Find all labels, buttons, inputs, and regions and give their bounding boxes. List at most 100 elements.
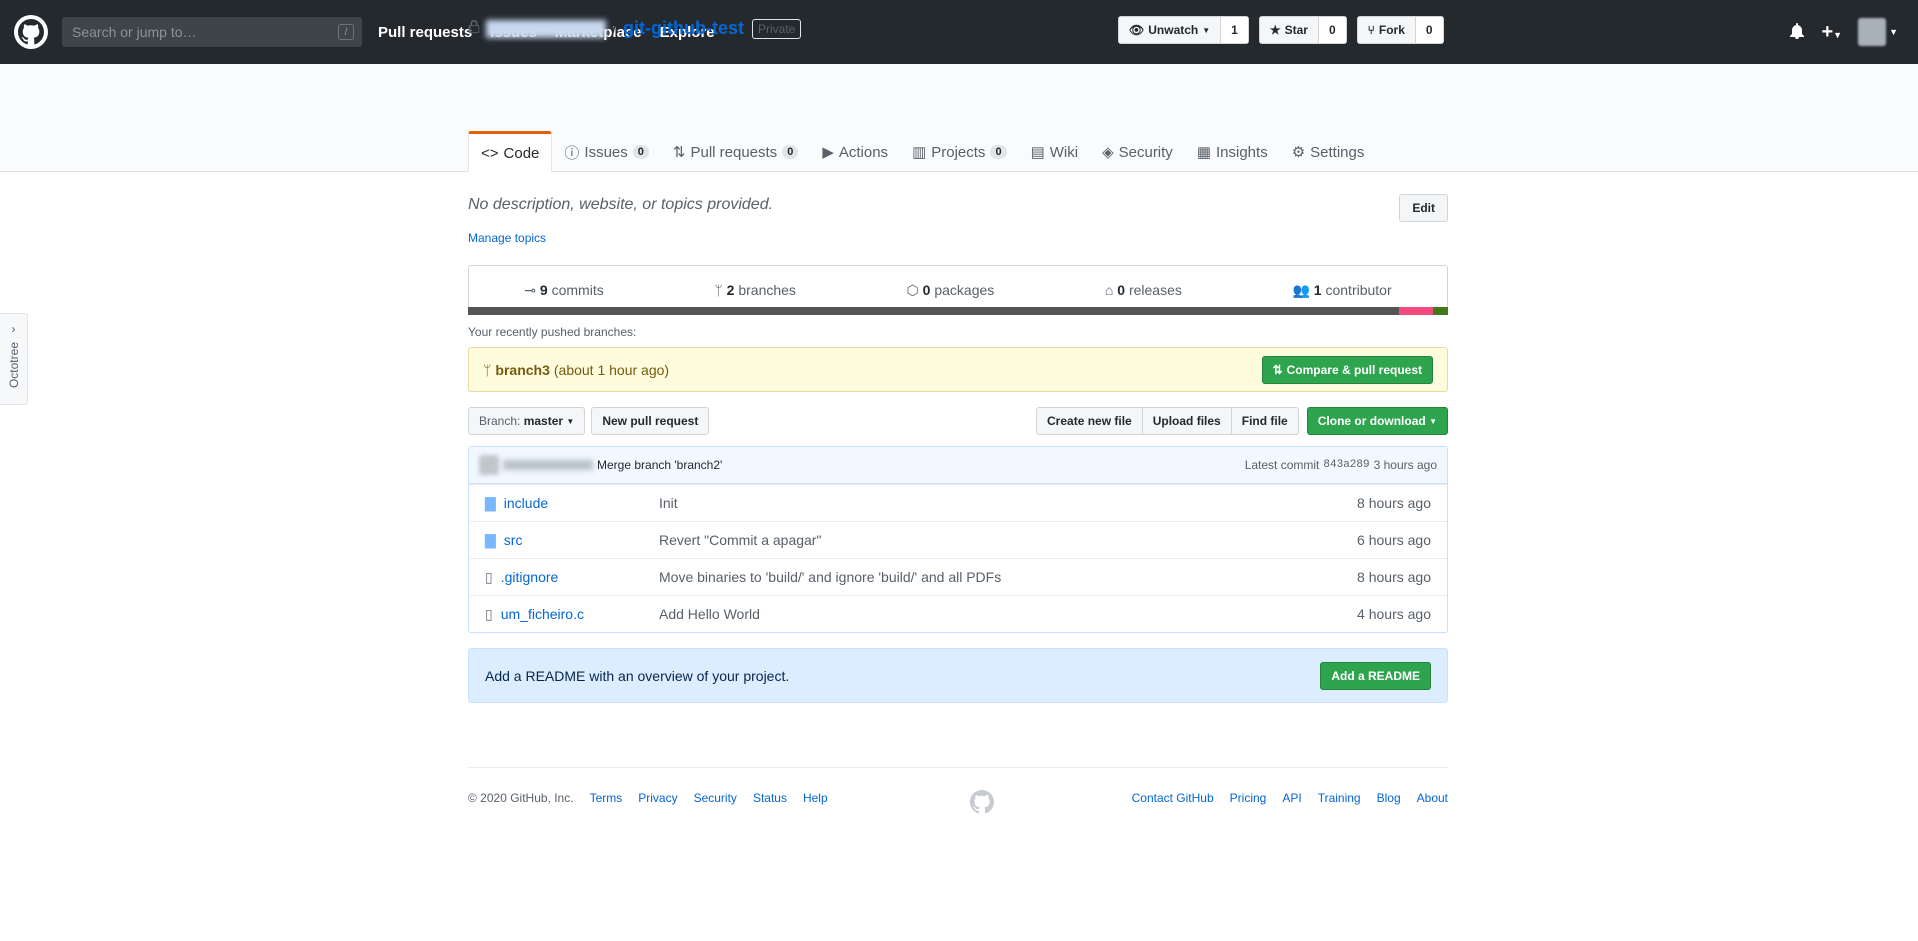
footer-link-help[interactable]: Help [803,791,828,805]
repo-actions: 👁 Unwatch ▼ 1 ★ Star 0 ⑂ Fork 0 [1118,16,1444,44]
file-name-link[interactable]: um_ficheiro.c [501,606,584,622]
footer-link-contact[interactable]: Contact GitHub [1132,791,1214,805]
tab-issues[interactable]: ⓘ Issues 0 [552,131,661,173]
file-commit-message[interactable]: Revert "Commit a apagar" [659,532,1331,548]
github-logo-icon[interactable] [14,15,48,49]
file-commit-message[interactable]: Init [659,495,1331,511]
readme-prompt-text: Add a README with an overview of your pr… [485,667,790,684]
footer-link-pricing[interactable]: Pricing [1230,791,1267,805]
tab-pull-requests[interactable]: ⇅ Pull requests 0 [661,131,810,173]
play-icon: ▶ [822,144,834,161]
user-menu[interactable]: ▼ [1858,18,1898,46]
create-new-file-button[interactable]: Create new file [1036,407,1143,435]
releases-stat[interactable]: ⌂ 0 releases [1105,282,1182,298]
avatar[interactable] [479,455,499,475]
watch-count[interactable]: 1 [1220,17,1248,43]
footer-link-about[interactable]: About [1417,791,1448,805]
footer-left: © 2020 GitHub, Inc. Terms Privacy Securi… [468,791,828,805]
repo-tabs: <> Code ⓘ Issues 0 ⇅ Pull requests 0 ▶ Actions… [468,131,1376,173]
watch-button-group: 👁 Unwatch ▼ 1 [1118,16,1249,44]
fork-count[interactable]: 0 [1414,17,1443,43]
footer: © 2020 GitHub, Inc. Terms Privacy Securi… [468,767,1448,827]
octotree-toggle[interactable]: › Octotree [0,313,28,405]
new-pull-request-button[interactable]: New pull request [591,407,710,435]
commits-stat[interactable]: ⊸ 9 commits [524,282,603,299]
footer-link-blog[interactable]: Blog [1377,791,1401,805]
fork-icon: ⑂ [1367,23,1375,37]
star-button[interactable]: ★ Star [1259,17,1318,43]
stat-label: releases [1128,282,1182,298]
branch-select-value: master [523,414,564,428]
code-icon: <> [481,144,499,162]
nav-pull-requests[interactable]: Pull requests [378,24,472,41]
unwatch-button[interactable]: 👁 Unwatch ▼ [1119,17,1221,43]
fork-button[interactable]: ⑂ Fork [1357,17,1415,43]
file-commit-message[interactable]: Add Hello World [659,606,1331,622]
file-icon: ▯ [485,605,493,622]
file-name-link[interactable]: include [504,495,548,511]
repo-owner-link[interactable] [486,19,606,38]
tab-insights[interactable]: ▦ Insights [1185,131,1280,173]
edit-button[interactable]: Edit [1399,194,1448,222]
tab-security[interactable]: ◈ Security [1090,131,1185,173]
footer-link-status[interactable]: Status [753,791,787,805]
manage-topics-link[interactable]: Manage topics [468,231,1448,245]
find-file-button[interactable]: Find file [1231,407,1299,435]
tab-projects[interactable]: ▥ Projects 0 [900,131,1019,173]
plus-dropdown-icon[interactable]: +▼ [1821,21,1842,44]
commit-sha-link[interactable]: 843a289 [1323,459,1369,471]
tab-count: 0 [990,145,1007,159]
upload-files-button[interactable]: Upload files [1142,407,1232,435]
file-name-link[interactable]: src [504,532,523,548]
contributors-stat[interactable]: 👥 1 contributor [1292,282,1391,299]
stat-number: 0 [1117,282,1126,298]
chevron-down-icon: ▼ [1889,27,1898,37]
bell-icon[interactable] [1789,22,1805,42]
compare-pull-request-button[interactable]: ⇅ Compare & pull request [1261,355,1433,384]
readme-prompt: Add a README with an overview of your pr… [468,648,1448,703]
chevron-down-icon: ▼ [566,416,575,426]
repo-title: / git-github-test Private 👁 Unwatch ▼ 1 ★ S… [468,16,1448,44]
github-mark-icon[interactable] [970,790,994,817]
language-segment [1433,307,1448,315]
add-readme-button[interactable]: Add a README [1320,661,1431,690]
language-segment [1399,307,1434,315]
file-age: 8 hours ago [1357,569,1431,585]
tab-actions[interactable]: ▶ Actions [810,131,900,173]
footer-right: Contact GitHub Pricing API Training Blog… [1132,791,1448,805]
stat-label: branches [738,282,796,298]
commit-message-link[interactable]: Merge branch 'branch2' [597,458,722,472]
footer-link-privacy[interactable]: Privacy [638,791,677,805]
description-text: No description, website, or topics provi… [468,196,774,213]
tab-label: Code [503,144,540,162]
tab-code[interactable]: <> Code [468,131,553,173]
packages-stat[interactable]: ⬡ 0 packages [907,282,995,299]
gear-icon: ⚙ [1291,144,1306,161]
latest-commit-bar: Merge branch 'branch2' Latest commit 843… [469,447,1447,484]
language-bar[interactable] [468,307,1448,315]
tab-wiki[interactable]: ▤ Wiki [1019,131,1091,173]
pull-request-icon: ⇅ [672,144,686,161]
clone-download-button[interactable]: Clone or download ▼ [1306,407,1448,435]
footer-link-security[interactable]: Security [694,791,737,805]
tab-settings[interactable]: ⚙ Settings [1280,131,1377,173]
footer-link-api[interactable]: API [1282,791,1301,805]
commit-author[interactable] [503,460,593,470]
branches-stat[interactable]: ᛘ 2 branches [714,282,796,298]
file-commit-message[interactable]: Move binaries to 'build/' and ignore 'bu… [659,569,1331,585]
repo-name-link[interactable]: git-github-test [623,18,744,39]
star-count[interactable]: 0 [1317,17,1346,43]
latest-commit-label: Latest commit [1244,458,1320,472]
search-input[interactable]: Search or jump to… / [62,17,362,47]
recent-branch-link[interactable]: branch3 [495,362,549,378]
table-row: ▇ include Init 8 hours ago [469,484,1447,521]
footer-link-terms[interactable]: Terms [590,791,623,805]
file-name-link[interactable]: .gitignore [501,569,559,585]
fork-button-group: ⑂ Fork 0 [1356,16,1444,44]
header-right: +▼ ▼ [1789,18,1898,46]
tag-icon: ⌂ [1104,282,1114,298]
branch-select[interactable]: Branch: master ▼ [468,407,586,435]
private-badge: Private [751,18,802,39]
tab-label: Pull requests [690,143,778,161]
footer-link-training[interactable]: Training [1318,791,1361,805]
